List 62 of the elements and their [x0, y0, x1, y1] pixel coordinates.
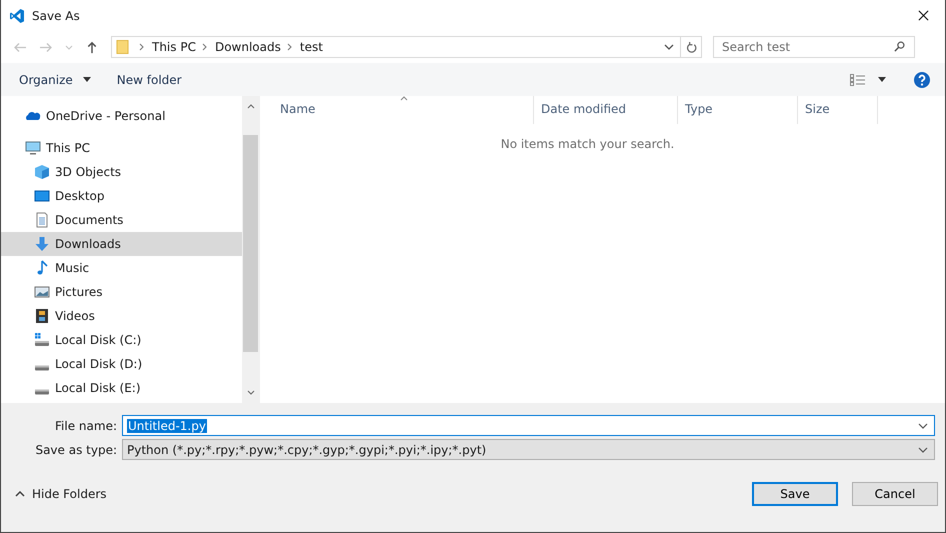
film-strip-icon	[34, 308, 50, 324]
cancel-button[interactable]: Cancel	[852, 482, 938, 506]
organize-button[interactable]: Organize	[11, 70, 81, 88]
sidebar-item[interactable]: This PC	[1, 136, 242, 160]
sidebar-item[interactable]: 3D Objects	[1, 160, 242, 184]
file-name-field[interactable]: Untitled-1.py	[122, 415, 935, 436]
column-header[interactable]: Type	[678, 96, 798, 124]
chevron-up-icon	[15, 491, 25, 497]
file-type-dropdown[interactable]: Python (*.py;*.rpy;*.pyw;*.cpy;*.gyp;*.gypi;*.pyi;*.ipy;*.pyt)	[122, 439, 935, 460]
file-name-label: File name:	[54, 418, 118, 432]
sidebar-item[interactable]: Local Disk (E:)	[1, 376, 242, 400]
search-field[interactable]: Search test	[713, 36, 915, 58]
sidebar-item[interactable]: Desktop	[1, 184, 242, 208]
view-options-icon[interactable]	[850, 74, 866, 86]
cube-icon	[34, 164, 50, 180]
sidebar-item[interactable]: Local Disk (D:)	[1, 352, 242, 376]
drive-icon	[34, 365, 50, 371]
monitor-icon	[25, 140, 41, 156]
column-header[interactable]: Date modified	[534, 96, 678, 124]
download-arrow-icon	[34, 236, 50, 252]
breadcrumb[interactable]: This PC	[152, 40, 196, 54]
save-button[interactable]: Save	[752, 482, 838, 506]
search-icon	[894, 41, 905, 52]
sidebar-item[interactable]: Videos	[1, 304, 242, 328]
window-title: Save As	[32, 8, 80, 22]
sidebar-item[interactable]: Documents	[1, 208, 242, 232]
breadcrumb[interactable]: test	[300, 40, 323, 54]
scrollbar-thumb[interactable]	[243, 135, 258, 352]
sidebar-item[interactable]: Downloads	[1, 232, 242, 256]
dropdown-caret-icon[interactable]	[918, 446, 928, 452]
column-header[interactable]: Name	[260, 96, 534, 124]
caret-icon[interactable]	[82, 77, 91, 82]
chevron-icon	[286, 43, 292, 51]
system-drive-icon	[34, 332, 50, 348]
save-as-type-label: Save as type:	[34, 442, 118, 456]
hide-folders-button[interactable]: Hide Folders	[15, 487, 107, 501]
sidebar-item[interactable]: Music	[1, 256, 242, 280]
chevron-icon	[202, 43, 207, 51]
caret-icon[interactable]	[878, 77, 886, 82]
breadcrumb[interactable]: Downloads	[214, 40, 281, 54]
new-folder-button[interactable]: New folder	[108, 70, 190, 88]
sidebar-item[interactable]: Pictures	[1, 280, 242, 304]
refresh-icon[interactable]	[686, 40, 696, 54]
close-icon[interactable]	[918, 10, 929, 21]
empty-message: No items match your search.	[500, 137, 676, 151]
document-icon	[34, 212, 50, 228]
column-header[interactable]: Size	[798, 96, 878, 124]
drive-icon	[34, 389, 50, 395]
dropdown-caret-icon[interactable]	[664, 44, 674, 50]
scroll-down-icon[interactable]	[246, 390, 254, 395]
pictures-icon	[34, 284, 50, 300]
desktop-icon	[34, 188, 50, 204]
code-editor-logo-icon	[9, 8, 25, 24]
sidebar-item[interactable]: OneDrive - Personal	[1, 104, 242, 128]
dropdown-caret-icon[interactable]	[918, 422, 928, 428]
help-icon[interactable]	[914, 72, 930, 88]
chevron-icon	[139, 43, 144, 51]
folder-icon	[116, 39, 129, 55]
up-arrow-icon[interactable]	[85, 40, 99, 54]
sidebar-item[interactable]: Local Disk (C:)	[1, 328, 242, 352]
scroll-up-icon[interactable]	[246, 104, 254, 109]
address-bar[interactable]: This PC Downloads test	[111, 36, 702, 58]
